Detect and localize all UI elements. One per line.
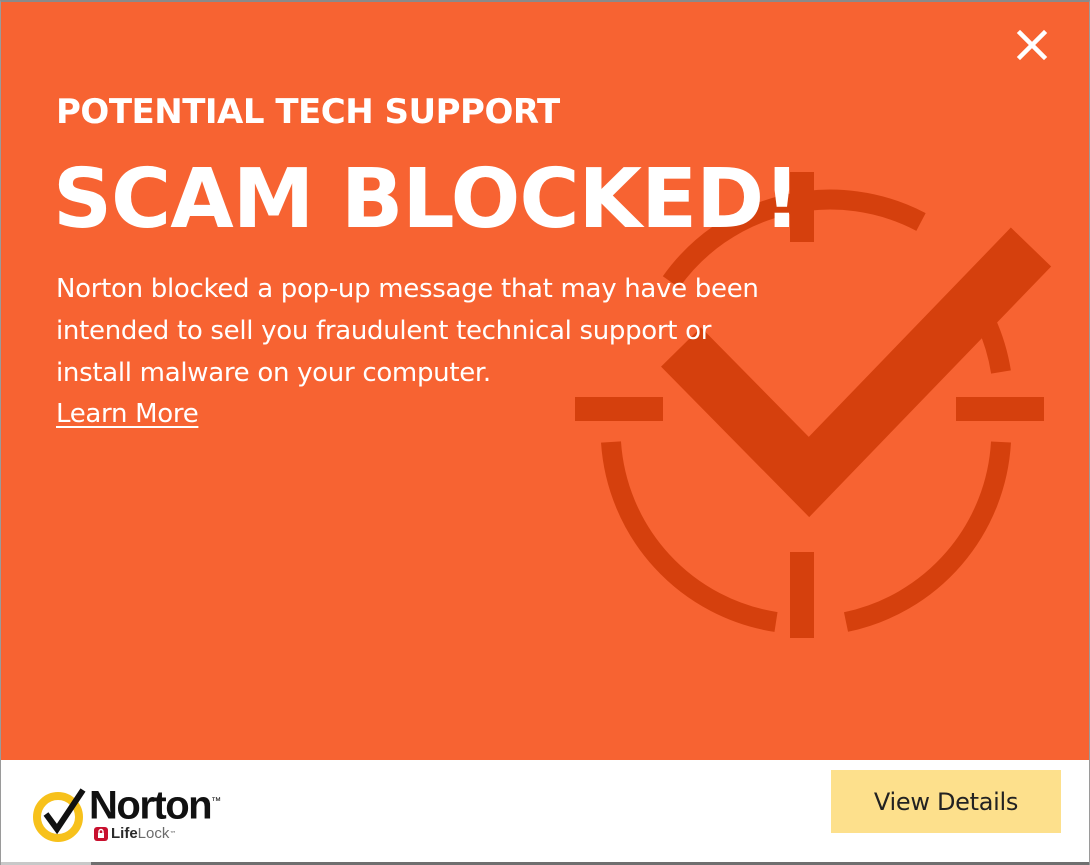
- logo-sub-trademark: ™: [169, 830, 177, 838]
- norton-check-logo-icon: [33, 788, 86, 842]
- logo-brand-text: Norton™: [89, 783, 222, 828]
- lock-icon: [94, 827, 108, 841]
- learn-more-link[interactable]: Learn More: [56, 393, 199, 435]
- alert-panel: POTENTIAL TECH SUPPORT SCAM BLOCKED! Nor…: [1, 2, 1089, 760]
- norton-lifelock-logo: Norton™ Life Lock ™: [31, 780, 241, 844]
- close-button[interactable]: [1009, 22, 1055, 68]
- logo-sub-light: Lock: [137, 825, 170, 842]
- scam-blocked-popup: POTENTIAL TECH SUPPORT SCAM BLOCKED! Nor…: [0, 0, 1090, 865]
- alert-title: SCAM BLOCKED!: [53, 152, 801, 247]
- logo-sub-bold: Life: [111, 825, 138, 842]
- view-details-button[interactable]: View Details: [831, 770, 1061, 833]
- close-icon: [1016, 29, 1048, 61]
- alert-subtitle: POTENTIAL TECH SUPPORT: [56, 92, 560, 132]
- alert-message: Norton blocked a pop-up message that may…: [56, 274, 759, 388]
- footer-bar: Norton™ Life Lock ™ View Details: [1, 760, 1089, 865]
- logo-subbrand: Life Lock ™: [93, 824, 176, 844]
